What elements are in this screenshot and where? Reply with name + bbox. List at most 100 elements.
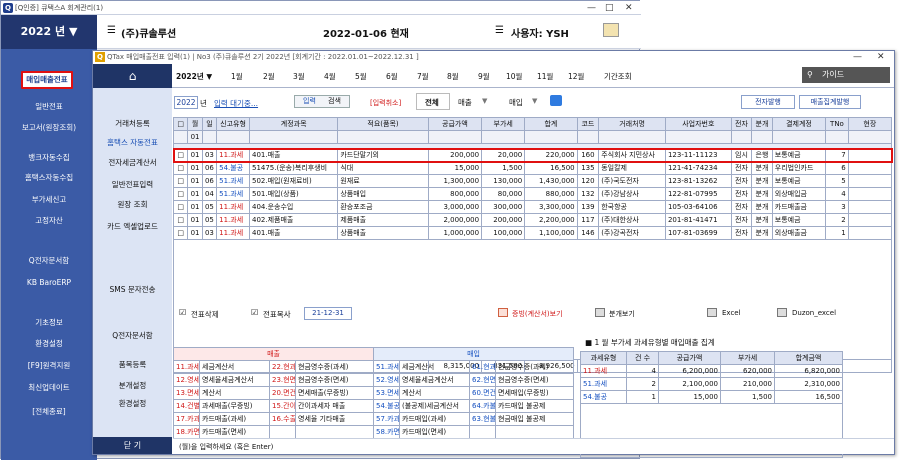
- nav-reports[interactable]: 보고서(원장조회): [1, 122, 97, 133]
- menu-icon[interactable]: ☰: [107, 25, 116, 36]
- nav-vat-report[interactable]: 부가세신고: [1, 194, 97, 205]
- cell: 현금영수증(면세): [294, 373, 375, 387]
- cell: 18.카면: [173, 425, 200, 439]
- close-icon[interactable]: ✕: [625, 1, 633, 15]
- nav-update[interactable]: 최신업데이트: [1, 382, 97, 393]
- duzon-excel-button[interactable]: Duzon_excel: [792, 309, 836, 317]
- minimize-icon[interactable]: —: [587, 1, 596, 15]
- window-icon[interactable]: [603, 23, 619, 37]
- month-tab-3[interactable]: 3월: [293, 71, 305, 82]
- table-row[interactable]: □ 01 05 11.과세 402.제품매출 제품매출 2,000,000 200,000 2,…: [172, 213, 893, 227]
- year-selector[interactable]: 2022 년 ▼: [1, 15, 97, 49]
- row-check[interactable]: □: [172, 200, 189, 214]
- cell: 62.현면: [469, 373, 497, 387]
- purchase-type-title: 매입: [373, 347, 575, 361]
- user-menu-icon[interactable]: ☰: [495, 25, 504, 36]
- sales-aggregate-button[interactable]: 매출집계발행: [799, 95, 861, 109]
- cell: 보통예금: [771, 148, 827, 162]
- input-month[interactable]: 01: [187, 130, 203, 144]
- month-tab-4[interactable]: 4월: [324, 71, 336, 82]
- year-dropdown[interactable]: 2022년 ▼: [176, 71, 212, 82]
- proof-view-button[interactable]: 증빙(계산서)보기: [512, 309, 563, 319]
- filter-purchase[interactable]: 매입: [509, 97, 523, 108]
- input-row[interactable]: 01: [172, 130, 893, 144]
- copy-voucher[interactable]: 전표복사: [263, 309, 291, 320]
- side-card-excel[interactable]: 카드 엑셀업로드: [93, 221, 172, 232]
- nav-exit-all[interactable]: [전체종료]: [1, 406, 97, 417]
- nav-q-documents[interactable]: Q전자문서함: [1, 255, 97, 266]
- month-tab-12[interactable]: 12월: [568, 71, 584, 82]
- guide-button[interactable]: ⚲ 가이드: [802, 67, 890, 83]
- delete-voucher[interactable]: 전표삭제: [191, 309, 219, 320]
- month-tab-9[interactable]: 9월: [478, 71, 490, 82]
- maximize-icon[interactable]: □: [605, 1, 614, 15]
- row-check[interactable]: □: [172, 226, 189, 240]
- side-sms[interactable]: SMS 문자전송: [93, 284, 172, 295]
- table-row[interactable]: □ 01 03 11.과세 401.매출 상품매출 1,000,000 100,000 1,10…: [172, 226, 893, 240]
- side-client-register[interactable]: 거래처등록: [93, 118, 172, 129]
- tab-search[interactable]: 검색: [328, 96, 341, 106]
- side-general-voucher[interactable]: 일반전표입력: [93, 179, 172, 190]
- year-input[interactable]: 2022: [174, 96, 198, 109]
- table-row[interactable]: □ 01 06 54.불공 51475.(운송)복리후생비 식대 15,000 1,500 16…: [172, 161, 893, 175]
- table-row[interactable]: □ 01 03 11.과세 401.매출 카드단말기외 200,000 20,000 220,0…: [172, 147, 893, 163]
- nav-kb-baroerp[interactable]: KB BaroERP: [1, 278, 97, 287]
- month-tab-7[interactable]: 7월: [417, 71, 429, 82]
- tab-input[interactable]: 입력: [303, 96, 316, 106]
- side-e-invoice[interactable]: 전자세금계산서: [93, 157, 172, 168]
- side-env-settings[interactable]: 환경설정: [93, 398, 172, 409]
- filter-sales[interactable]: 매출: [458, 97, 472, 108]
- nav-remote-support[interactable]: [F9]원격지원: [1, 360, 97, 371]
- close-icon[interactable]: ✕: [877, 51, 885, 64]
- cell: 20,000: [481, 148, 526, 162]
- journal-view-button[interactable]: 분개보기: [609, 309, 635, 319]
- cell: 카드단말기외: [337, 148, 429, 162]
- table-row[interactable]: □ 01 06 51.과세 502.매입(원재료비) 원재료 1,300,000 130,00…: [172, 174, 893, 188]
- table-row[interactable]: □ 01 05 11.과세 404.운송수입 환승포조금 3,000,000 300,000 3…: [172, 200, 893, 214]
- row-check[interactable]: □: [172, 161, 189, 175]
- guide-label: 가이드: [822, 70, 845, 79]
- nav-general-voucher[interactable]: 일반전표: [1, 101, 97, 112]
- row-check[interactable]: □: [172, 148, 189, 162]
- month-tab-11[interactable]: 11월: [537, 71, 553, 82]
- nav-settings[interactable]: 환경설정: [1, 338, 97, 349]
- nav-hometax-collect[interactable]: 홈택스자동수집: [1, 172, 97, 183]
- month-tab-10[interactable]: 10월: [506, 71, 522, 82]
- row-check[interactable]: □: [172, 213, 189, 227]
- side-journal-settings[interactable]: 분개설정: [93, 380, 172, 391]
- delete-check-icon[interactable]: ☑: [179, 308, 186, 317]
- row-check[interactable]: □: [172, 174, 189, 188]
- minimize-icon[interactable]: —: [853, 51, 862, 64]
- table-row[interactable]: □ 01 04 51.과세 501.매입(상품) 상품매입 800,000 80,000 880…: [172, 187, 893, 201]
- copy-check-icon[interactable]: ☑: [251, 308, 258, 317]
- home-icon[interactable]: ⌂: [93, 64, 172, 88]
- chevron-down-icon[interactable]: ▼: [482, 97, 487, 105]
- excel-button[interactable]: Excel: [722, 309, 741, 317]
- side-ledger[interactable]: 원장 조회: [93, 199, 172, 210]
- month-tab-6[interactable]: 6월: [386, 71, 398, 82]
- cell: 100,000: [481, 226, 526, 240]
- month-tab-8[interactable]: 8월: [447, 71, 459, 82]
- side-hometax-auto[interactable]: 홈택스 자동전표: [93, 137, 172, 148]
- copy-date-input[interactable]: 21-12-31: [304, 307, 352, 320]
- nav-basic-info[interactable]: 기초정보: [1, 317, 97, 328]
- month-tab-5[interactable]: 5월: [355, 71, 367, 82]
- side-q-docs[interactable]: Q전자문서함: [93, 330, 172, 341]
- chevron-down-icon[interactable]: ▼: [532, 97, 537, 105]
- close-button[interactable]: 닫 기: [93, 437, 172, 454]
- filter-all[interactable]: 전체: [425, 97, 439, 108]
- row-check[interactable]: □: [172, 187, 189, 201]
- side-items[interactable]: 품목등록: [93, 359, 172, 370]
- month-tab-1[interactable]: 1월: [231, 71, 243, 82]
- cancel-input-button[interactable]: [입력취소]: [370, 98, 401, 108]
- header-check[interactable]: □: [172, 117, 189, 131]
- cell: 주식회사 지민상사: [598, 148, 666, 162]
- nav-sales-purchase[interactable]: 매입매출전표: [21, 71, 73, 89]
- period-search-tab[interactable]: 기간조회: [604, 71, 632, 82]
- month-tab-2[interactable]: 2월: [263, 71, 275, 82]
- e-issue-button[interactable]: 전자발행: [741, 95, 795, 109]
- nav-fixed-assets[interactable]: 고정자산: [1, 215, 97, 226]
- refresh-icon[interactable]: [550, 95, 562, 106]
- cell: 220,000: [524, 148, 578, 162]
- nav-bank-collect[interactable]: 뱅크자동수집: [1, 152, 97, 163]
